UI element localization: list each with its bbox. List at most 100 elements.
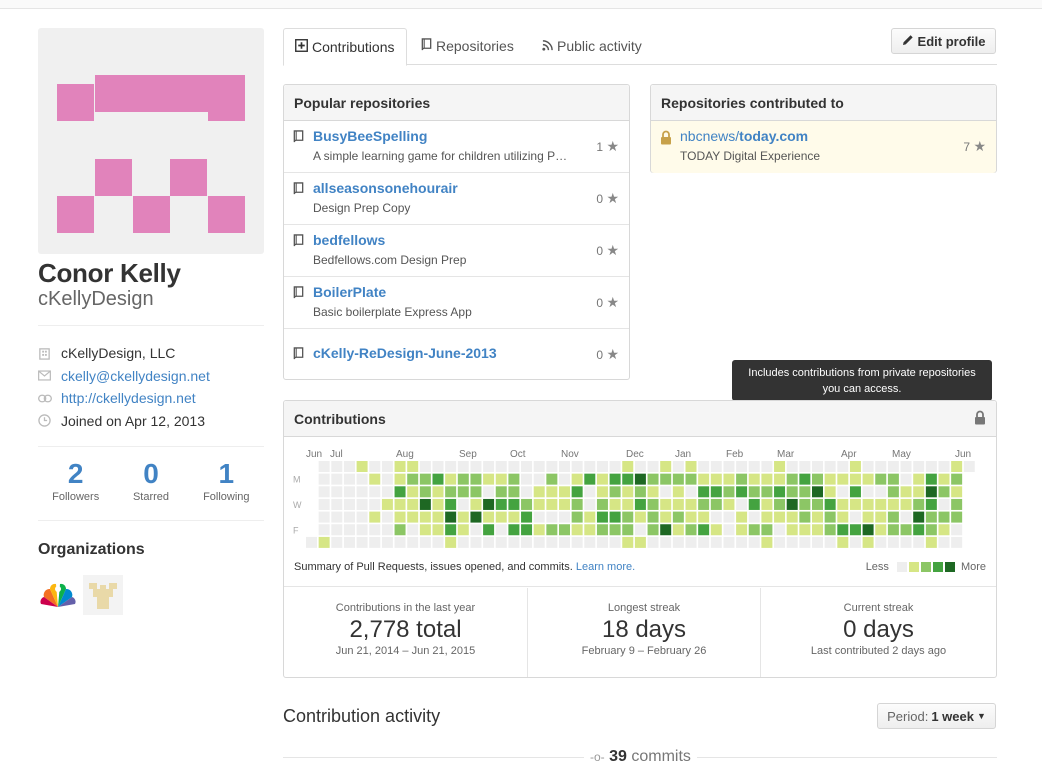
- commits-summary[interactable]: -o- 39 commits: [584, 748, 697, 766]
- calendar-day[interactable]: [685, 498, 697, 510]
- calendar-day[interactable]: [622, 486, 634, 498]
- calendar-day[interactable]: [900, 524, 912, 536]
- calendar-day[interactable]: [419, 486, 431, 498]
- calendar-day[interactable]: [875, 511, 887, 523]
- calendar-day[interactable]: [457, 498, 469, 510]
- calendar-day[interactable]: [584, 498, 596, 510]
- period-select[interactable]: Period: 1 week ▼: [877, 703, 996, 729]
- calendar-day[interactable]: [546, 498, 558, 510]
- calendar-day[interactable]: [913, 486, 925, 498]
- calendar-day[interactable]: [331, 536, 343, 548]
- calendar-day[interactable]: [584, 536, 596, 548]
- calendar-day[interactable]: [622, 536, 634, 548]
- calendar-day[interactable]: [723, 461, 735, 472]
- calendar-day[interactable]: [849, 473, 861, 485]
- calendar-day[interactable]: [951, 536, 963, 548]
- calendar-day[interactable]: [584, 524, 596, 536]
- calendar-day[interactable]: [672, 536, 684, 548]
- calendar-day[interactable]: [483, 536, 495, 548]
- following-stat[interactable]: 1 Following: [189, 458, 264, 503]
- calendar-day[interactable]: [609, 473, 621, 485]
- calendar-day[interactable]: [318, 486, 330, 498]
- calendar-day[interactable]: [900, 511, 912, 523]
- calendar-day[interactable]: [470, 498, 482, 510]
- tab-repositories[interactable]: Repositories: [410, 28, 525, 65]
- calendar-day[interactable]: [521, 486, 533, 498]
- calendar-day[interactable]: [824, 511, 836, 523]
- calendar-day[interactable]: [710, 461, 722, 472]
- calendar-day[interactable]: [546, 536, 558, 548]
- calendar-day[interactable]: [559, 461, 570, 472]
- calendar-day[interactable]: [571, 536, 583, 548]
- calendar-day[interactable]: [887, 536, 899, 548]
- calendar-day[interactable]: [963, 461, 975, 472]
- calendar-day[interactable]: [533, 536, 545, 548]
- calendar-day[interactable]: [698, 461, 710, 472]
- calendar-day[interactable]: [799, 536, 811, 548]
- calendar-day[interactable]: [736, 486, 748, 498]
- calendar-day[interactable]: [938, 486, 950, 498]
- calendar-day[interactable]: [672, 498, 684, 510]
- calendar-day[interactable]: [445, 524, 457, 536]
- calendar-day[interactable]: [634, 473, 646, 485]
- calendar-day[interactable]: [381, 524, 393, 536]
- calendar-day[interactable]: [799, 498, 811, 510]
- calendar-day[interactable]: [356, 536, 368, 548]
- calendar-day[interactable]: [875, 486, 887, 498]
- nbc-logo[interactable]: [38, 575, 78, 615]
- calendar-day[interactable]: [672, 524, 684, 536]
- calendar-day[interactable]: [394, 461, 406, 472]
- calendar-day[interactable]: [849, 486, 861, 498]
- calendar-day[interactable]: [381, 473, 393, 485]
- calendar-day[interactable]: [584, 486, 596, 498]
- calendar-day[interactable]: [483, 486, 495, 498]
- calendar-day[interactable]: [609, 486, 621, 498]
- calendar-day[interactable]: [723, 511, 735, 523]
- calendar-day[interactable]: [483, 511, 495, 523]
- calendar-day[interactable]: [723, 536, 735, 548]
- calendar-day[interactable]: [698, 498, 710, 510]
- calendar-day[interactable]: [495, 511, 507, 523]
- calendar-day[interactable]: [343, 511, 355, 523]
- calendar-day[interactable]: [849, 536, 861, 548]
- calendar-day[interactable]: [369, 511, 381, 523]
- calendar-day[interactable]: [394, 498, 406, 510]
- calendar-day[interactable]: [774, 461, 786, 472]
- calendar-day[interactable]: [786, 511, 798, 523]
- calendar-day[interactable]: [824, 486, 836, 498]
- calendar-day[interactable]: [875, 498, 887, 510]
- calendar-day[interactable]: [925, 536, 937, 548]
- calendar-day[interactable]: [356, 498, 368, 510]
- calendar-day[interactable]: [862, 473, 874, 485]
- calendar-day[interactable]: [369, 498, 381, 510]
- calendar-day[interactable]: [432, 511, 444, 523]
- calendar-day[interactable]: [761, 511, 773, 523]
- calendar-day[interactable]: [356, 511, 368, 523]
- calendar-day[interactable]: [369, 536, 381, 548]
- calendar-day[interactable]: [862, 524, 874, 536]
- calendar-day[interactable]: [432, 461, 444, 472]
- calendar-day[interactable]: [356, 473, 368, 485]
- calendar-day[interactable]: [432, 536, 444, 548]
- calendar-day[interactable]: [900, 498, 912, 510]
- calendar-day[interactable]: [533, 473, 545, 485]
- list-item[interactable]: BoilerPlate Basic boilerplate Express App…: [284, 277, 629, 329]
- calendar-day[interactable]: [887, 461, 899, 472]
- calendar-day[interactable]: [559, 524, 570, 536]
- calendar-day[interactable]: [622, 511, 634, 523]
- calendar-day[interactable]: [723, 498, 735, 510]
- calendar-day[interactable]: [584, 473, 596, 485]
- calendar-day[interactable]: [356, 524, 368, 536]
- calendar-day[interactable]: [318, 511, 330, 523]
- calendar-day[interactable]: [394, 511, 406, 523]
- calendar-day[interactable]: [887, 511, 899, 523]
- calendar-day[interactable]: [685, 511, 697, 523]
- calendar-day[interactable]: [913, 511, 925, 523]
- calendar-day[interactable]: [951, 486, 963, 498]
- calendar-day[interactable]: [596, 486, 608, 498]
- calendar-day[interactable]: [774, 473, 786, 485]
- list-item[interactable]: cKelly-ReDesign-June-2013 0 ★: [284, 329, 629, 381]
- calendar-day[interactable]: [419, 511, 431, 523]
- calendar-day[interactable]: [457, 536, 469, 548]
- calendar-day[interactable]: [571, 524, 583, 536]
